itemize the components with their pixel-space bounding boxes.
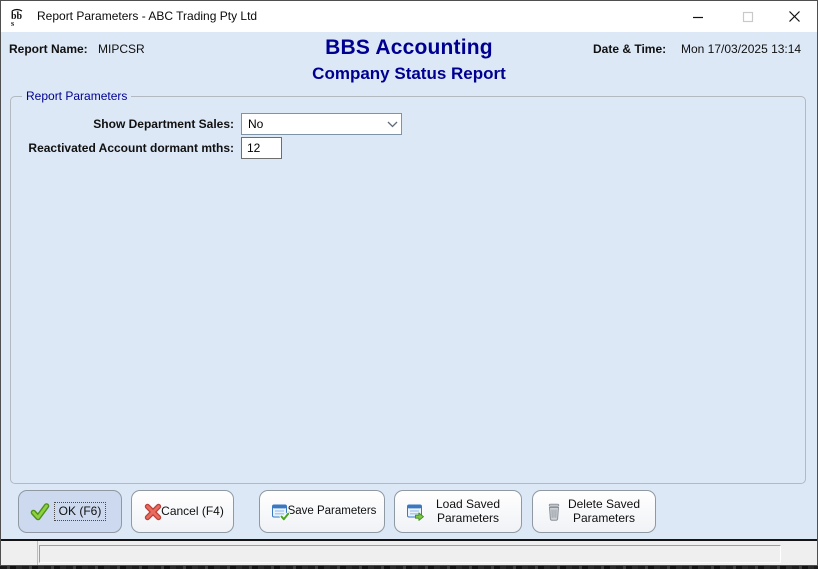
cancel-icon [143, 502, 163, 522]
statusbar [1, 541, 817, 565]
cancel-button[interactable]: Cancel (F4) [131, 490, 234, 533]
report-parameters-window: bb s Report Parameters - ABC Trading Pty… [0, 0, 818, 566]
svg-text:s: s [11, 19, 14, 27]
window-title: Report Parameters - ABC Trading Pty Ltd [37, 9, 258, 23]
save-parameters-label: Save Parameters [287, 504, 377, 517]
save-parameters-icon [271, 502, 291, 522]
show-department-sales-label: Show Department Sales: [93, 117, 234, 131]
report-header: Report Name: MIPCSR BBS Accounting Compa… [1, 32, 817, 92]
datetime-value: Mon 17/03/2025 13:14 [681, 42, 802, 56]
maximize-icon [742, 11, 754, 22]
statusbar-divider [37, 541, 38, 565]
close-button[interactable] [771, 1, 817, 32]
delete-saved-parameters-label: Delete Saved Parameters [567, 496, 641, 525]
show-department-sales-select[interactable]: No [241, 113, 402, 135]
page-title: Company Status Report [312, 64, 506, 83]
cancel-button-label: Cancel (F4) [161, 503, 224, 518]
bbs-logo-icon: bb s [8, 7, 28, 28]
dormant-months-input[interactable] [241, 137, 282, 159]
maximize-button [725, 1, 771, 32]
statusbar-message-panel [39, 545, 781, 563]
ok-button[interactable]: OK (F6) [18, 490, 122, 533]
ok-button-label: OK (F6) [53, 501, 107, 522]
chevron-down-icon [383, 121, 401, 128]
titlebar: bb s Report Parameters - ABC Trading Pty… [1, 1, 817, 32]
minimize-button[interactable] [675, 1, 721, 32]
load-parameters-icon [406, 502, 426, 522]
datetime-label: Date & Time: [593, 42, 667, 56]
check-icon [30, 502, 50, 522]
close-icon [788, 11, 800, 22]
delete-parameters-icon [544, 502, 564, 522]
load-saved-parameters-button[interactable]: Load Saved Parameters [394, 490, 522, 533]
minimize-icon [693, 16, 703, 18]
load-saved-parameters-label: Load Saved Parameters [435, 496, 501, 525]
delete-saved-parameters-button[interactable]: Delete Saved Parameters [532, 490, 656, 533]
save-parameters-button[interactable]: Save Parameters [259, 490, 385, 533]
select-value: No [248, 117, 264, 131]
groupbox-legend: Report Parameters [22, 89, 132, 103]
reactivated-account-dormant-label: Reactivated Account dormant mths: [28, 141, 234, 155]
